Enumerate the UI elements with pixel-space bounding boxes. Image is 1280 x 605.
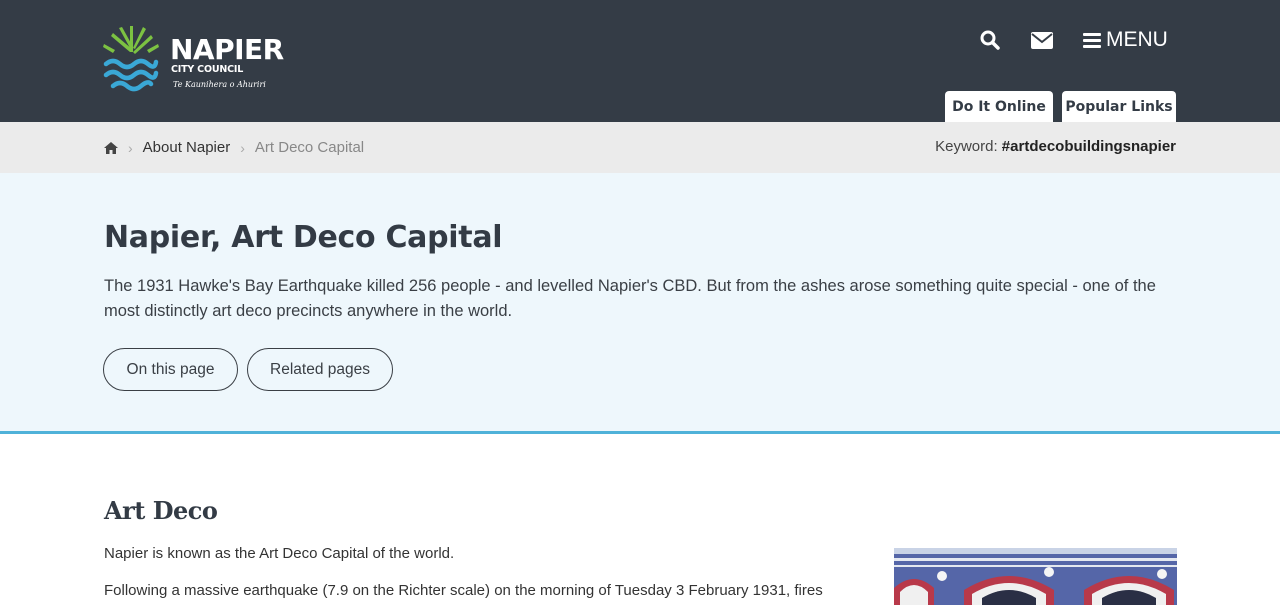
breadcrumb: › About Napier › Art Deco Capital Keywor…: [0, 122, 1280, 173]
page-title: Napier, Art Deco Capital: [104, 220, 503, 255]
do-it-online-tab[interactable]: Do It Online: [945, 91, 1053, 125]
envelope-icon[interactable]: [1030, 28, 1054, 52]
chevron-right-icon: ›: [128, 139, 133, 156]
search-icon[interactable]: [978, 28, 1002, 52]
logo-tagline: Te Kaunihera o Ahuriri: [173, 80, 266, 89]
home-icon[interactable]: [104, 141, 118, 154]
hamburger-icon: [1083, 32, 1101, 48]
keyword-label: Keyword: #artdecobuildingsnapier: [935, 138, 1176, 155]
keyword-prefix: Keyword:: [935, 138, 998, 155]
page-intro: Napier, Art Deco Capital The 1931 Hawke'…: [0, 173, 1280, 434]
keyword-value[interactable]: #artdecobuildingsnapier: [1002, 138, 1176, 155]
breadcrumb-about-napier[interactable]: About Napier: [143, 139, 231, 156]
content-paragraph: Napier is known as the Art Deco Capital …: [104, 545, 455, 562]
menu-label: MENU: [1106, 28, 1168, 51]
site-header: NAPIER CITY COUNCIL Te Kaunihera o Ahuri…: [0, 0, 1280, 125]
intro-text: The 1931 Hawke's Bay Earthquake killed 2…: [104, 277, 1156, 320]
logo-subtitle: CITY COUNCIL: [171, 64, 244, 75]
breadcrumb-current: Art Deco Capital: [254, 139, 365, 156]
breadcrumb-trail: › About Napier › Art Deco Capital: [104, 139, 364, 156]
logo-wordmark: NAPIER: [170, 33, 284, 66]
menu-button[interactable]: MENU: [1083, 26, 1168, 54]
related-pages-button[interactable]: Related pages: [247, 348, 393, 391]
popular-links-tab[interactable]: Popular Links: [1062, 91, 1176, 125]
art-deco-building-photo: [894, 548, 1177, 605]
section-title: Art Deco: [104, 496, 218, 525]
chevron-right-icon: ›: [240, 139, 245, 156]
napier-logo[interactable]: NAPIER CITY COUNCIL Te Kaunihera o Ahuri…: [103, 22, 284, 96]
logo-mark-icon: [103, 26, 159, 92]
content-paragraph: Following a massive earthquake (7.9 on t…: [104, 582, 823, 599]
on-this-page-button[interactable]: On this page: [103, 348, 238, 391]
